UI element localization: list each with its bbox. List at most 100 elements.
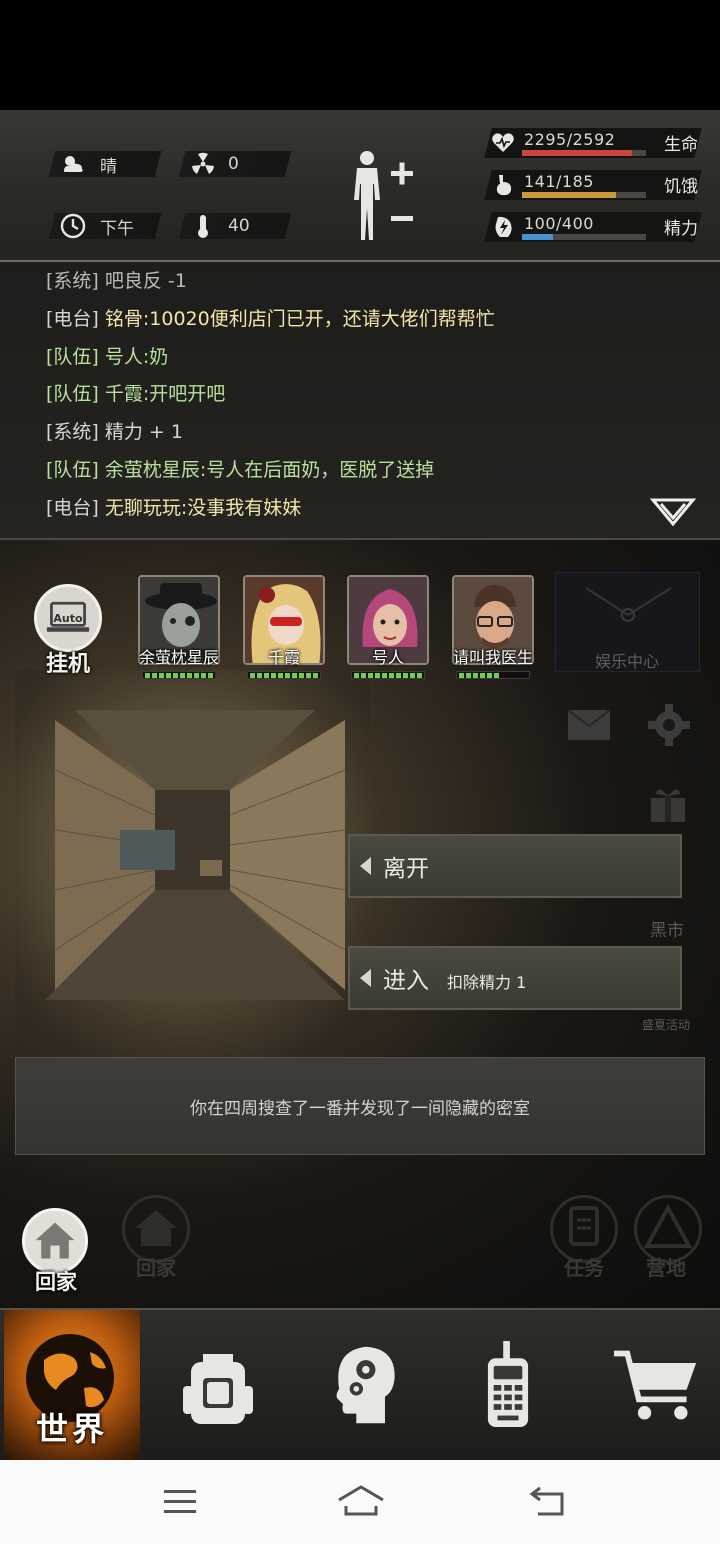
- hunger-value: 141/185: [524, 172, 594, 191]
- chat-line: [电台] 无聊玩玩:没事我有妹妹: [46, 497, 302, 519]
- hp-segment: [410, 673, 415, 678]
- menu-button[interactable]: [162, 1488, 198, 1520]
- house-icon: [22, 1208, 88, 1274]
- hp-segment: [487, 673, 492, 678]
- hp-segment: [375, 673, 380, 678]
- leave-button[interactable]: 离开: [348, 834, 682, 898]
- gear-icon: [648, 704, 690, 746]
- hp-segment: [361, 673, 366, 678]
- hp-segment: [299, 673, 304, 678]
- mail-icon: [567, 709, 611, 740]
- member-hp-bar: [247, 671, 321, 679]
- arrow-left-icon: [360, 969, 371, 987]
- nav-skills-tab[interactable]: [313, 1330, 413, 1440]
- cart-icon: [613, 1350, 697, 1420]
- home-label: 回家: [35, 1270, 77, 1294]
- nav-backpack-tab[interactable]: [168, 1330, 268, 1440]
- gift-icon: [651, 789, 685, 822]
- energy-bar: [522, 234, 646, 240]
- hunger-bar: [522, 192, 646, 198]
- chat-line: [队伍] 号人:奶: [46, 346, 169, 368]
- camp-label: 营地: [646, 1256, 686, 1280]
- chevron-down-icon: [649, 498, 697, 527]
- member-hp-bar: [142, 671, 216, 679]
- hp-segment: [382, 673, 387, 678]
- hunger-label: 饥饿: [664, 177, 698, 197]
- chat-line: [队伍] 千霞:开吧开吧: [46, 383, 226, 405]
- chat-collapse-button[interactable]: [649, 496, 697, 530]
- task-icon: [569, 1206, 599, 1246]
- settings-button[interactable]: [646, 702, 692, 752]
- back-arrow-icon: [529, 1486, 564, 1516]
- chat-line: [系统] 吧良反 -1: [46, 270, 187, 292]
- corridor-image: [15, 670, 370, 1070]
- team-member[interactable]: 余萤枕星辰: [136, 575, 222, 685]
- hp-segment: [368, 673, 373, 678]
- health-value: 2295/2592: [524, 130, 616, 149]
- home-faded-label: 回家: [136, 1256, 176, 1280]
- back-button[interactable]: [528, 1486, 568, 1522]
- hp-segment: [459, 673, 464, 678]
- gift-button[interactable]: [648, 784, 688, 828]
- home-button[interactable]: 回家: [20, 1208, 92, 1298]
- radiation-display: 0: [190, 151, 239, 177]
- nav-world-label: 世界: [35, 1410, 108, 1448]
- member-name: 号人: [371, 648, 404, 667]
- hp-segment: [306, 673, 311, 678]
- event-message-box: 你在四周搜查了一番并发现了一间隐藏的密室: [15, 1057, 705, 1155]
- auto-icon-text: Auto: [53, 612, 83, 625]
- stomach-icon: [490, 172, 516, 198]
- house-icon: [135, 1210, 177, 1246]
- event-label[interactable]: 盛夏活动: [642, 1016, 690, 1033]
- weather-display: 晴: [60, 151, 117, 177]
- enter-label: 进入: [383, 968, 429, 994]
- chat-line: [电台] 铭骨:10020便利店门已开，还请大佬们帮帮忙: [46, 308, 495, 330]
- hp-segment: [159, 673, 164, 678]
- member-name: 千霞: [267, 648, 300, 667]
- skills-head-icon: [336, 1346, 395, 1424]
- hp-segment: [152, 673, 157, 678]
- hp-segment: [389, 673, 394, 678]
- radiation-icon: [190, 151, 216, 177]
- energy-label: 精力: [664, 219, 698, 239]
- menu-icon: [164, 1490, 196, 1513]
- stat-energy: 100/400 精力: [480, 210, 706, 244]
- stat-health: 2295/2592 生命: [480, 126, 706, 160]
- hp-segment: [250, 673, 255, 678]
- hp-segment: [313, 673, 318, 678]
- auto-idle-label: 挂机: [45, 652, 90, 677]
- hp-segment: [173, 673, 178, 678]
- system-navigation-bar: [0, 1460, 720, 1544]
- auto-idle-button[interactable]: Auto 挂机: [32, 584, 104, 677]
- member-name: 余萤枕星辰: [138, 648, 219, 667]
- hp-segment: [278, 673, 283, 678]
- hp-segment: [396, 673, 401, 678]
- radio-icon: [487, 1341, 529, 1428]
- team-member[interactable]: 号人: [345, 575, 431, 685]
- time-text: 下午: [100, 218, 134, 239]
- hp-segment: [292, 673, 297, 678]
- enter-button[interactable]: 进入 扣除精力 1: [348, 946, 682, 1010]
- fun-center-label: 娱乐中心: [595, 652, 660, 671]
- nav-shop-tab[interactable]: [606, 1330, 706, 1440]
- nav-radio-tab[interactable]: [458, 1330, 558, 1440]
- hp-segment: [194, 673, 199, 678]
- hp-segment: [166, 673, 171, 678]
- hp-segment: [180, 673, 185, 678]
- leave-label: 离开: [383, 856, 429, 882]
- member-hp-bar: [456, 671, 530, 679]
- hp-segment: [257, 673, 262, 678]
- chat-panel[interactable]: [系统] 吧良反 -1 [电台] 铭骨:10020便利店门已开，还请大佬们帮帮忙…: [0, 262, 720, 540]
- tent-icon: [643, 1203, 693, 1248]
- team-member[interactable]: 千霞: [241, 575, 327, 685]
- body-status-button[interactable]: [343, 148, 423, 248]
- hp-segment: [417, 673, 422, 678]
- mail-button[interactable]: [566, 708, 612, 746]
- black-market-label[interactable]: 黑市: [650, 916, 684, 941]
- home-system-button[interactable]: [336, 1484, 386, 1522]
- hp-segment: [264, 673, 269, 678]
- top-black-area: [0, 0, 720, 110]
- hp-segment: [480, 673, 485, 678]
- team-member[interactable]: 请叫我医生: [450, 575, 536, 685]
- radiation-value: 0: [228, 154, 239, 174]
